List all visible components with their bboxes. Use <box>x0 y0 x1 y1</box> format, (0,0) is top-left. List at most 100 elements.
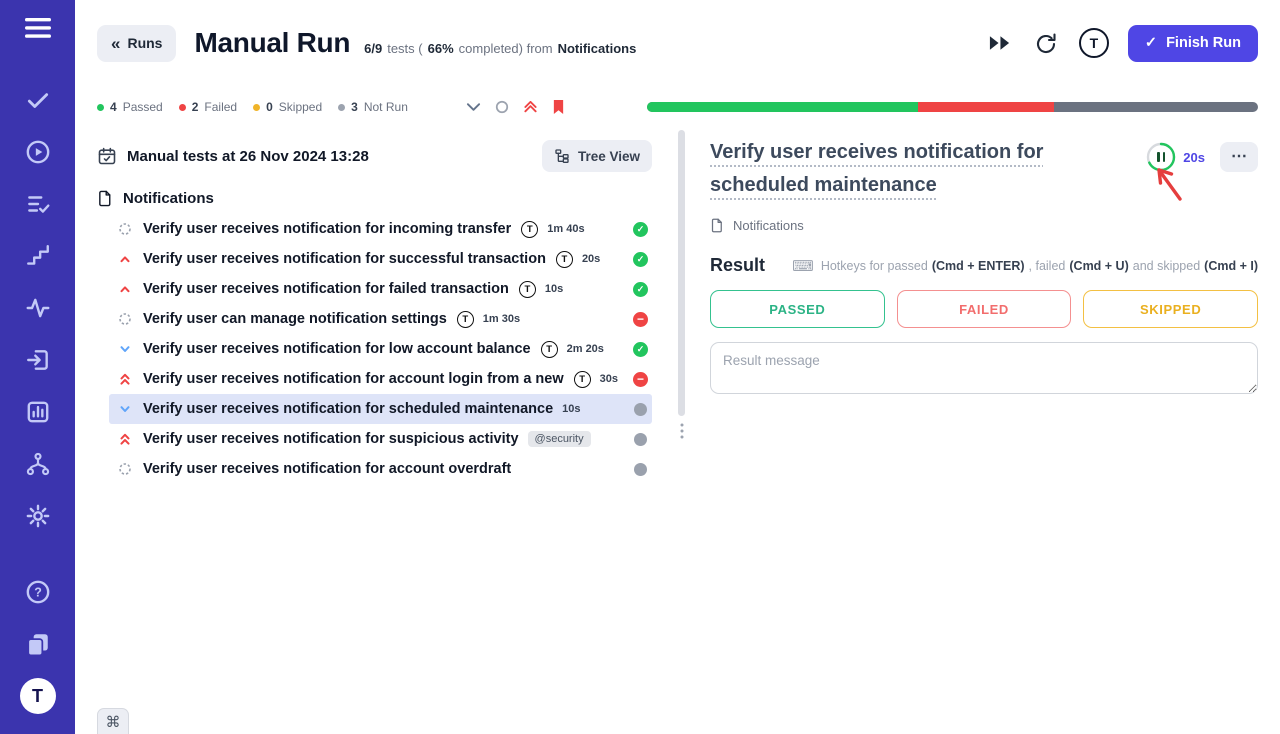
command-icon: ⌘ <box>106 713 121 731</box>
status-notrun-icon <box>634 433 647 446</box>
test-row[interactable]: Verify user can manage notification sett… <box>109 304 652 334</box>
hotkeys-hint: ⌨ Hotkeys for passed (Cmd + ENTER) , fai… <box>792 257 1258 275</box>
detail-header: Verify user receives notification for sc… <box>710 136 1258 202</box>
suite-group-header[interactable]: Notifications <box>97 190 652 207</box>
svg-text:?: ? <box>34 586 42 600</box>
timer-value: 20s <box>1183 150 1205 165</box>
detail-actions: 20s ⋯ <box>1146 136 1258 172</box>
test-list: Verify user receives notification for in… <box>97 214 652 484</box>
retry-timer-icon[interactable] <box>1032 29 1060 57</box>
run-progress-bar <box>647 102 1258 112</box>
priority-highest-icon <box>117 431 133 447</box>
chevron-up-filter-icon[interactable] <box>523 101 538 113</box>
status-passed-icon: ✓ <box>633 222 648 237</box>
file-icon <box>97 190 114 207</box>
steps-icon[interactable] <box>18 236 58 276</box>
settings-gear-icon[interactable] <box>18 496 58 536</box>
import-icon[interactable] <box>18 340 58 380</box>
test-detail-panel: Verify user receives notification for sc… <box>688 128 1280 734</box>
test-row[interactable]: Verify user receives notification for fa… <box>109 274 652 304</box>
priority-high-icon <box>117 251 133 267</box>
topbar: « Runs Manual Run 6/9 tests ( 66% comple… <box>75 0 1280 86</box>
automated-badge-icon: T <box>574 371 591 388</box>
status-passed-icon: ✓ <box>633 282 648 297</box>
check-icon: ✓ <box>1145 35 1157 51</box>
test-list-panel: Manual tests at 26 Nov 2024 13:28 Tree V… <box>75 128 676 734</box>
bookmark-icon[interactable] <box>552 99 565 115</box>
test-row[interactable]: Verify user receives notification for su… <box>109 244 652 274</box>
panel-header: Manual tests at 26 Nov 2024 13:28 Tree V… <box>97 138 652 174</box>
failed-button[interactable]: FAILED <box>897 290 1072 328</box>
automated-badge-icon: T <box>556 251 573 268</box>
skipped-dot-icon <box>253 104 260 111</box>
testomat-badge-icon[interactable]: T <box>1079 28 1109 58</box>
page-title: Manual Run <box>194 27 350 59</box>
scrollbar-thumb[interactable] <box>678 130 685 416</box>
status-notrun-icon <box>634 463 647 476</box>
progress-passed-segment <box>647 102 918 112</box>
status-passed-icon: ✓ <box>633 252 648 267</box>
automated-badge-icon: T <box>541 341 558 358</box>
priority-highest-icon <box>117 371 133 387</box>
pause-button[interactable] <box>1146 142 1176 172</box>
test-duration: 30s <box>600 373 618 385</box>
test-list-icon[interactable] <box>18 184 58 224</box>
test-title: Verify user receives notification for in… <box>143 221 511 237</box>
back-label: Runs <box>127 35 162 51</box>
panel-divider <box>676 128 688 734</box>
tests-fraction: 6/9 <box>364 41 382 56</box>
menu-icon[interactable] <box>18 8 58 48</box>
status-failed-icon: − <box>633 312 648 327</box>
back-to-runs-button[interactable]: « Runs <box>97 25 176 62</box>
pulse-icon[interactable] <box>18 288 58 328</box>
analytics-icon[interactable] <box>18 392 58 432</box>
result-label: Result <box>710 255 765 276</box>
more-options-button[interactable]: ⋯ <box>1220 142 1258 172</box>
detail-test-title: Verify user receives notification for sc… <box>710 136 1140 202</box>
automated-badge-icon: T <box>521 221 538 238</box>
priority-low-icon <box>117 401 133 417</box>
sidebar: ? T <box>0 0 75 734</box>
circle-filter-icon[interactable] <box>495 100 509 114</box>
test-row-selected[interactable]: Verify user receives notification for sc… <box>109 394 652 424</box>
test-duration: 10s <box>545 283 563 295</box>
skipped-button[interactable]: SKIPPED <box>1083 290 1258 328</box>
test-title: Verify user receives notification for ac… <box>143 461 511 477</box>
legend-passed: 4Passed <box>97 100 163 114</box>
passed-button[interactable]: PASSED <box>710 290 885 328</box>
priority-normal-icon <box>117 311 133 327</box>
run-play-icon[interactable] <box>18 132 58 172</box>
branch-icon[interactable] <box>18 444 58 484</box>
tree-view-icon <box>554 148 570 164</box>
resize-handle[interactable] <box>681 424 684 439</box>
test-row[interactable]: Verify user receives notification for lo… <box>109 334 652 364</box>
test-row[interactable]: Verify user receives notification for ac… <box>109 454 652 484</box>
status-notrun-icon <box>634 403 647 416</box>
test-title: Verify user receives notification for sc… <box>143 401 553 417</box>
checks-icon[interactable] <box>18 80 58 120</box>
tree-view-button[interactable]: Tree View <box>542 140 652 172</box>
app-root: ? T « Runs Manual Run 6/9 tests ( 66% co… <box>0 0 1280 734</box>
finish-run-button[interactable]: ✓ Finish Run <box>1128 25 1258 62</box>
filter-icons <box>466 99 565 115</box>
chevron-down-icon[interactable] <box>466 102 481 112</box>
result-message-input[interactable] <box>710 342 1258 394</box>
command-shortcut-button[interactable]: ⌘ <box>97 708 129 734</box>
test-title: Verify user can manage notification sett… <box>143 311 447 327</box>
legend-failed: 2Failed <box>179 100 237 114</box>
testomat-logo-icon[interactable]: T <box>18 676 58 716</box>
priority-low-icon <box>117 341 133 357</box>
test-row[interactable]: Verify user receives notification for su… <box>109 424 652 454</box>
status-row: 4Passed 2Failed 0Skipped 3Not Run <box>75 86 1280 128</box>
percent-completed: 66% <box>428 41 454 56</box>
automated-badge-icon: T <box>519 281 536 298</box>
status-passed-icon: ✓ <box>633 342 648 357</box>
fast-forward-icon[interactable] <box>986 33 1013 53</box>
docs-icon[interactable] <box>18 624 58 664</box>
help-icon[interactable]: ? <box>18 572 58 612</box>
test-row[interactable]: Verify user receives notification for in… <box>109 214 652 244</box>
breadcrumb[interactable]: Notifications <box>710 218 1258 233</box>
test-title: Verify user receives notification for su… <box>143 251 546 267</box>
test-row[interactable]: Verify user receives notification for ac… <box>109 364 652 394</box>
run-progress-subtitle: 6/9 tests ( 66% completed) from Notifica… <box>364 41 636 56</box>
